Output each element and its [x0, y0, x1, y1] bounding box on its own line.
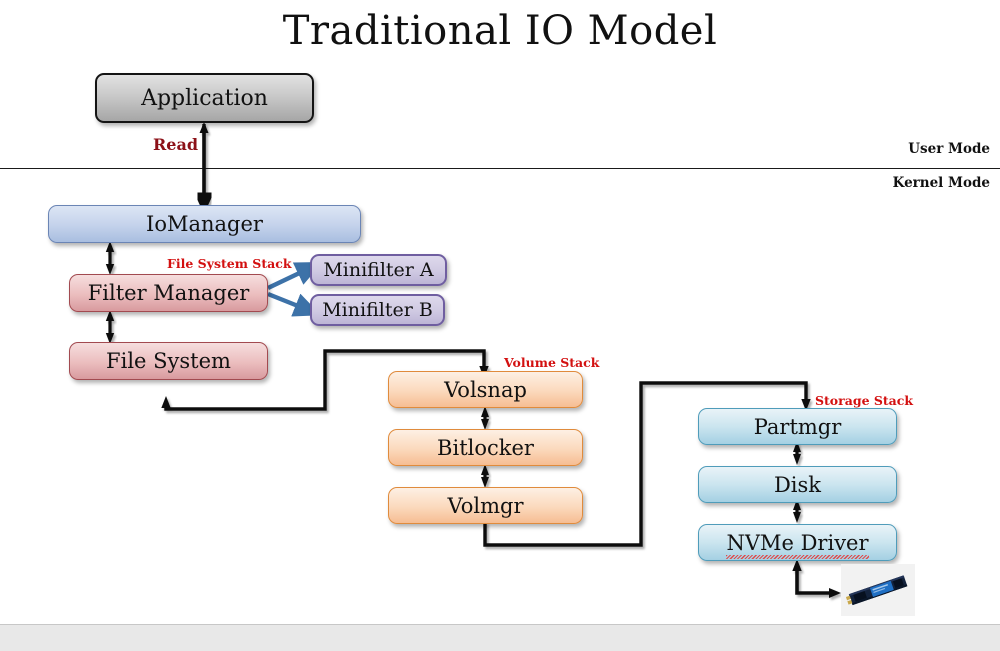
node-file-system-label: File System	[106, 349, 231, 373]
diagram-canvas: Traditional IO Model User Mode Kernel Mo…	[0, 0, 1000, 651]
node-minifilter-b[interactable]: Minifilter B	[310, 294, 445, 326]
wire-nvme-ssd	[792, 559, 841, 598]
node-partmgr[interactable]: Partmgr	[698, 408, 897, 445]
node-minifilter-b-label: Minifilter B	[322, 299, 433, 321]
node-file-system[interactable]: File System	[69, 342, 268, 380]
node-volmgr-label: Volmgr	[447, 493, 524, 518]
node-disk[interactable]: Disk	[698, 466, 897, 503]
node-bitlocker-label: Bitlocker	[437, 435, 534, 460]
node-partmgr-label: Partmgr	[753, 414, 842, 439]
node-filter-manager-label: Filter Manager	[87, 281, 250, 305]
wire-filtermanager-minifilter-a	[267, 261, 323, 290]
node-filter-manager[interactable]: Filter Manager	[69, 274, 268, 312]
node-iomanager-label: IoManager	[146, 212, 263, 236]
node-volsnap[interactable]: Volsnap	[388, 371, 583, 408]
node-bitlocker[interactable]: Bitlocker	[388, 429, 583, 466]
wire-volsnap-bitlocker	[481, 406, 489, 430]
wire-iomanager-filtermanager	[105, 241, 115, 275]
kernel-mode-label: Kernel Mode	[892, 175, 990, 191]
file-system-stack-label: File System Stack	[167, 256, 292, 271]
storage-stack-label: Storage Stack	[815, 393, 914, 408]
node-application[interactable]: Application	[95, 73, 314, 123]
wire-filtermanager-minifilter-b	[267, 291, 322, 317]
ssd-illustration	[841, 564, 915, 616]
wire-filtermanager-filesystem	[105, 310, 115, 344]
wire-bitlocker-volmgr	[481, 464, 489, 488]
volume-stack-label: Volume Stack	[504, 355, 600, 370]
node-volsnap-label: Volsnap	[444, 377, 527, 402]
node-application-label: Application	[141, 85, 268, 111]
wire-application-iomanager	[194, 122, 214, 215]
node-nvme-driver-label: NVMe Driver	[726, 530, 869, 559]
read-label: Read	[153, 135, 199, 154]
mode-divider-line	[0, 168, 1000, 169]
user-mode-label: User Mode	[908, 141, 990, 157]
node-disk-label: Disk	[773, 472, 822, 497]
node-iomanager[interactable]: IoManager	[48, 205, 361, 243]
ssd-device-image	[841, 564, 915, 616]
bottom-bar	[0, 625, 1000, 651]
node-minifilter-a-label: Minifilter A	[323, 259, 434, 281]
node-minifilter-a[interactable]: Minifilter A	[310, 254, 447, 286]
page-title: Traditional IO Model	[282, 8, 718, 54]
node-nvme-driver[interactable]: NVMe Driver	[698, 524, 897, 561]
node-volmgr[interactable]: Volmgr	[388, 487, 583, 524]
